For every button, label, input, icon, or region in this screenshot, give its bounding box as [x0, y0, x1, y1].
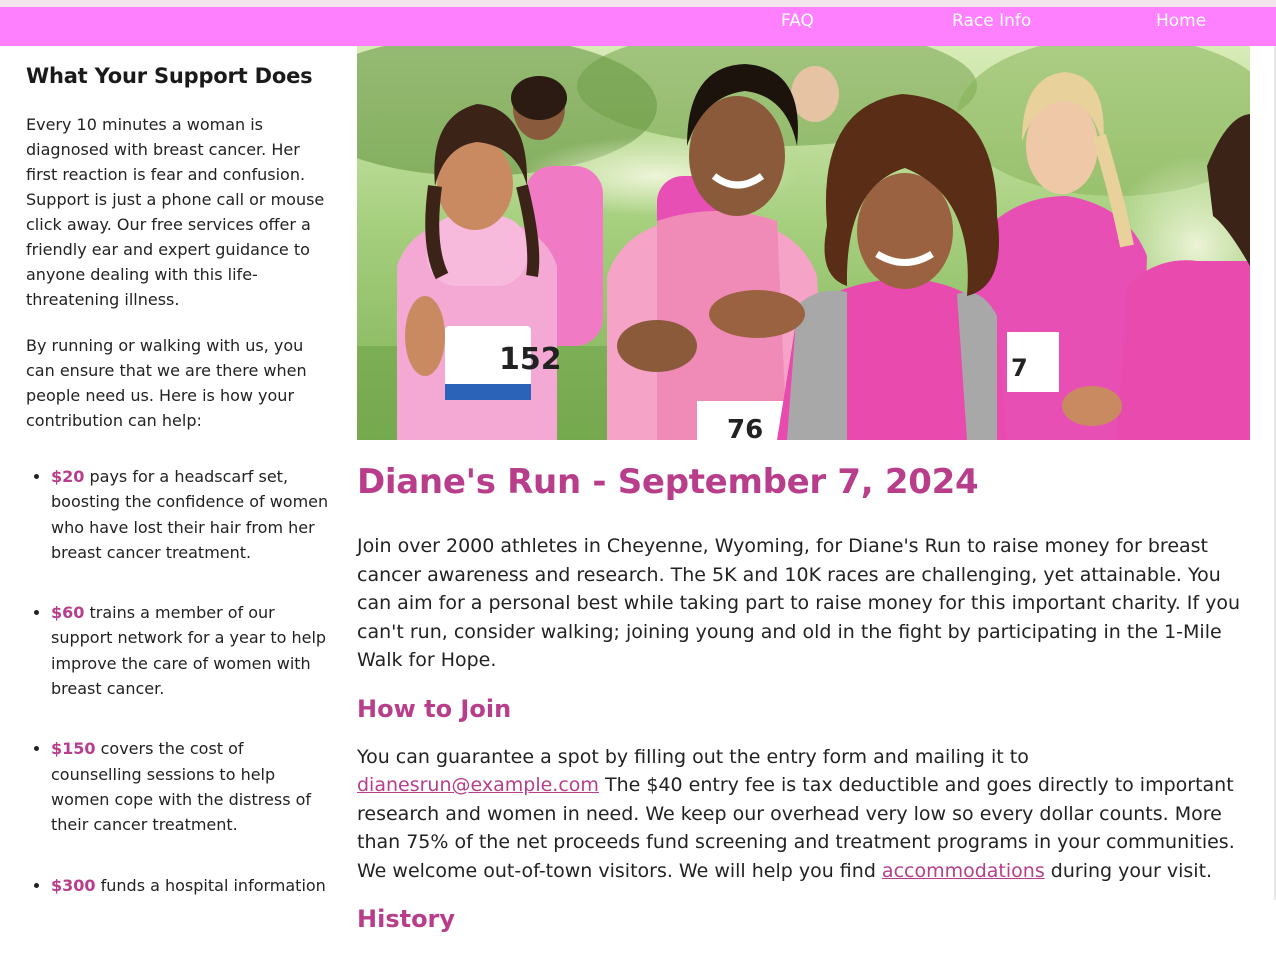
nav-link-home[interactable]: Home — [1156, 11, 1206, 31]
accommodations-link[interactable]: accommodations — [882, 860, 1045, 882]
nav-link-race-info[interactable]: Race Info — [952, 11, 1031, 31]
window-top-border — [0, 0, 1276, 7]
sidebar-paragraph: By running or walking with us, you can e… — [26, 336, 307, 430]
contribution-amount: $20 — [51, 467, 85, 486]
intro-paragraph: Join over 2000 athletes in Cheyenne, Wyo… — [357, 535, 1241, 671]
contribution-item: $20 pays for a headscarf set, boosting t… — [51, 464, 336, 565]
contribution-list: $20 pays for a headscarf set, boosting t… — [26, 464, 336, 898]
join-text: You can guarantee a spot by filling out … — [357, 745, 1029, 768]
top-navbar: FAQ Race Info Home — [0, 7, 1276, 46]
bib-number: 7 — [1011, 354, 1028, 382]
bib-number: 152 — [499, 342, 562, 377]
join-text: during your visit. — [1044, 859, 1213, 882]
runners-photo: 152 76 7 — [357, 46, 1250, 440]
contribution-item: $60 trains a member of our support netwo… — [51, 600, 336, 701]
contribution-amount: $150 — [51, 739, 96, 759]
sidebar-heading: What Your Support Does — [26, 64, 313, 88]
main-content: Diane's Run - September 7, 2024 Join ove… — [357, 462, 1250, 953]
how-to-join-heading: How to Join — [357, 694, 512, 723]
support-sidebar: What Your Support Does Every 10 minutes … — [0, 46, 345, 900]
history-heading: History — [357, 905, 456, 933]
hero-image: 152 76 7 — [357, 46, 1250, 440]
contribution-item: $300 funds a hospital information — [51, 873, 336, 898]
contribution-amount: $300 — [51, 875, 96, 895]
contribution-amount: $60 — [51, 603, 85, 623]
join-paragraph: You can guarantee a spot by filling out … — [357, 743, 1250, 886]
nav-link-faq[interactable]: FAQ — [781, 11, 814, 31]
bib-number: 76 — [727, 415, 763, 440]
contribution-text: trains a member of our support network f… — [51, 603, 327, 699]
contribution-text: pays for a headscarf set, boosting the c… — [51, 467, 329, 562]
sidebar-paragraph: Every 10 minutes a woman is diagnosed wi… — [26, 115, 325, 309]
email-link[interactable]: dianesrun@example.com — [357, 774, 599, 796]
contribution-text: funds a hospital information — [95, 875, 326, 895]
page-title: Diane's Run - September 7, 2024 — [357, 462, 979, 502]
contribution-item: $150 covers the cost of counselling sess… — [51, 736, 336, 837]
